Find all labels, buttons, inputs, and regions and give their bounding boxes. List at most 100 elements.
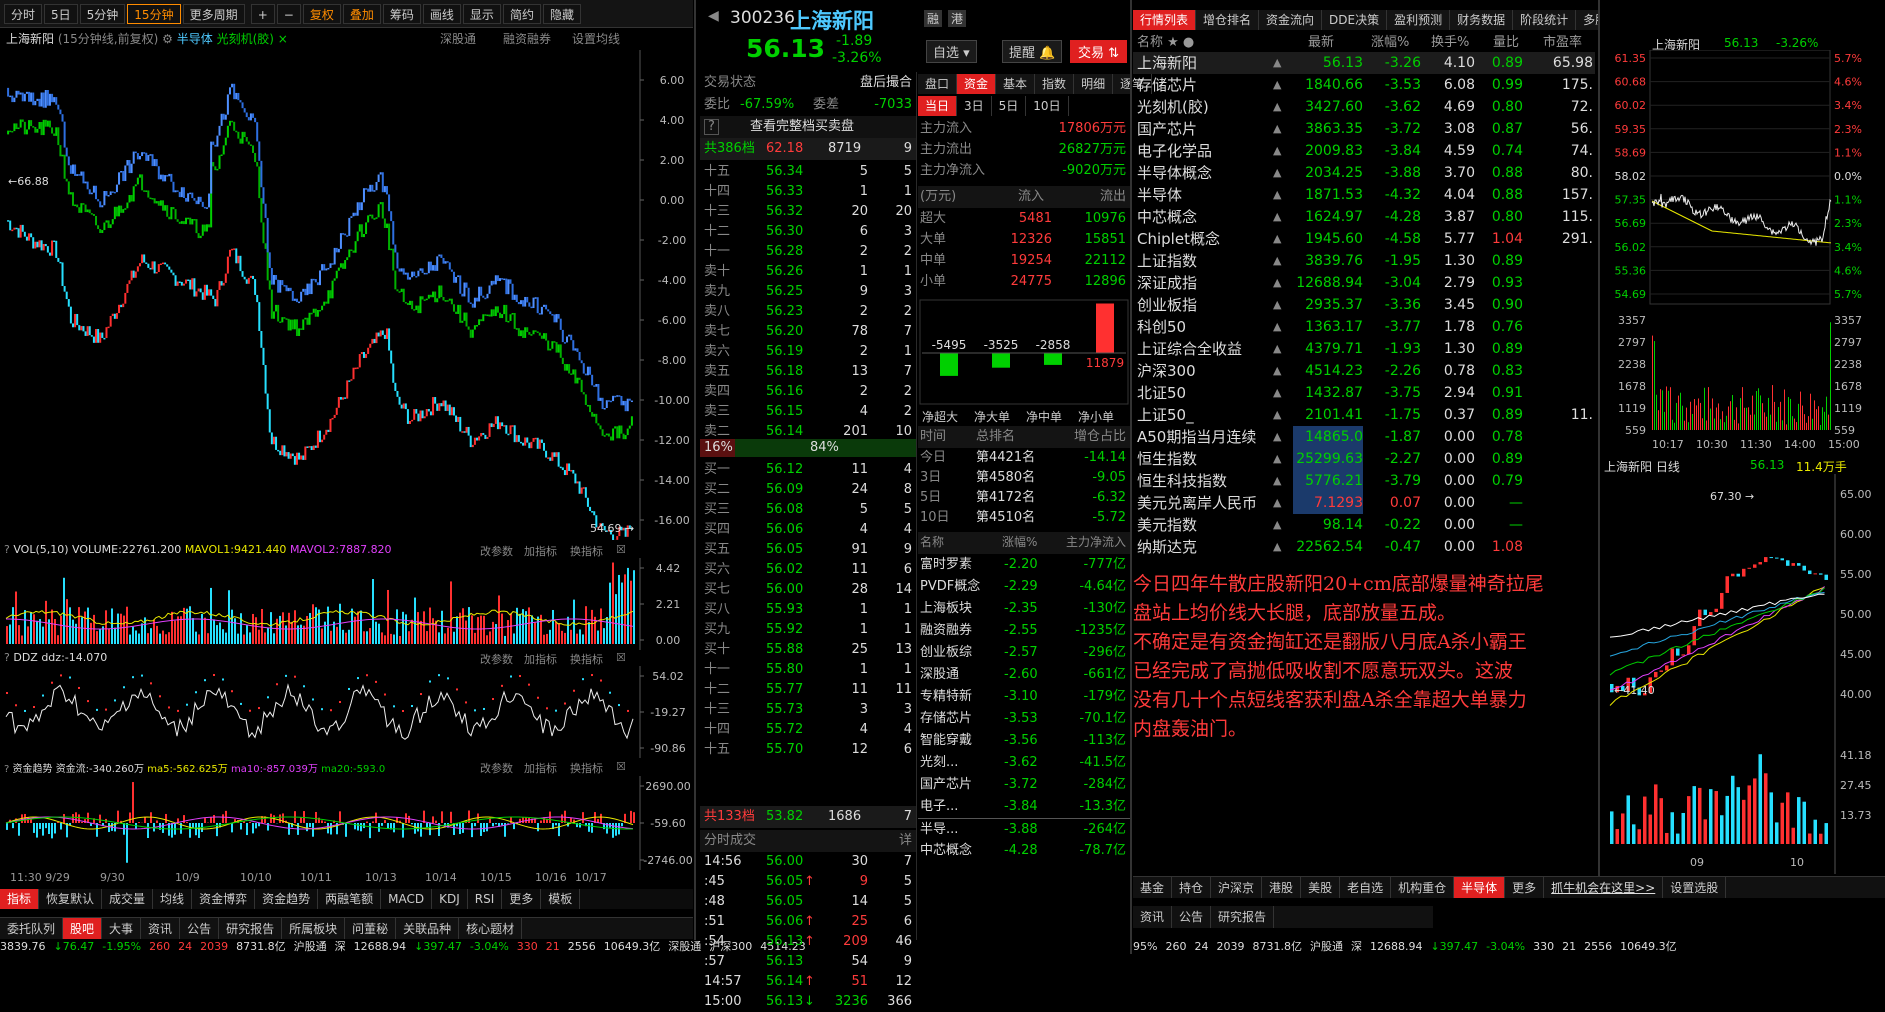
link-sgt[interactable]: 深股通 [440, 30, 476, 47]
prev-stock-icon[interactable]: ◀ [708, 8, 719, 24]
sector-name[interactable]: 上海板块 [920, 598, 972, 620]
security-name[interactable]: Chiplet概念 [1137, 228, 1220, 250]
col-last[interactable]: 最新 [1308, 31, 1334, 50]
market-tab-2[interactable]: 资金流向 [1259, 10, 1322, 30]
security-name[interactable]: 上证50_ [1137, 404, 1194, 426]
market-tab-5[interactable]: 财务数据 [1450, 10, 1513, 30]
stock-settings-button[interactable]: 设置选股 [1663, 877, 1726, 898]
market-tab-0[interactable]: 行情列表 [1133, 10, 1196, 30]
link-margin[interactable]: 融资融券 [503, 30, 551, 47]
sector-tab-6[interactable]: 机构重仓 [1391, 877, 1454, 898]
security-name[interactable]: 纳斯达克 [1137, 536, 1197, 558]
fund-tab-1[interactable]: 资金 [957, 74, 996, 94]
overlay-button[interactable]: 叠加 [343, 4, 381, 24]
alert-button[interactable]: 提醒 🔔 [1002, 40, 1062, 63]
simple-button[interactable]: 简约 [503, 4, 541, 24]
market-row[interactable]: 上海新阳▲56.13-3.264.100.8965.98 [1133, 52, 1595, 74]
help-icon[interactable]: ? [4, 651, 10, 664]
help-icon[interactable]: ? [4, 543, 10, 556]
link-ma-settings[interactable]: 设置均线 [572, 30, 620, 47]
market-tab-7[interactable]: 多股同列 [1576, 10, 1598, 30]
col-pe[interactable]: 市盈率 [1543, 31, 1582, 50]
sector-row[interactable]: PVDF概念-2.29-4.64亿 [918, 576, 1130, 598]
chips-button[interactable]: 筹码 [383, 4, 421, 24]
market-row[interactable]: Chiplet概念▲1945.60-4.585.771.04291. [1133, 228, 1595, 250]
sector-name[interactable]: 深股通 [920, 664, 959, 686]
bottom-tab-7[interactable]: 问董秘 [345, 918, 396, 939]
sector-row[interactable]: 半导...-3.88-264亿 [918, 818, 1130, 840]
market-row[interactable]: 沪深300▲4514.23-2.260.780.83 [1133, 360, 1595, 382]
bottom-tab-1[interactable]: 股吧 [63, 918, 102, 939]
security-name[interactable]: 创业板指 [1137, 294, 1197, 316]
tab-5day[interactable]: 5日 [44, 4, 78, 24]
sector-name[interactable]: 半导... [920, 819, 958, 841]
zoom-out-button[interactable]: − [277, 4, 301, 24]
tab-5min[interactable]: 5分钟 [80, 4, 126, 24]
sector-name[interactable]: 智能穿戴 [920, 730, 972, 752]
security-name[interactable]: 北证50 [1137, 382, 1186, 404]
hide-button[interactable]: 隐藏 [543, 4, 581, 24]
news-tab-0[interactable]: 资讯 [1133, 906, 1172, 928]
bottom-tab-4[interactable]: 公告 [180, 918, 219, 939]
ddz-close-icon[interactable]: ☒ [616, 651, 626, 664]
sector-name[interactable]: 创业板综 [920, 642, 972, 664]
market-row[interactable]: 上证综合全收益▲4379.71-1.931.300.89 [1133, 338, 1595, 360]
market-row[interactable]: 深证成指▲12688.94-3.042.790.93 [1133, 272, 1595, 294]
indicator-tab-9[interactable]: RSI [468, 889, 503, 909]
help-icon[interactable]: ? [704, 119, 719, 135]
indicator-tab-4[interactable]: 资金博弈 [192, 889, 255, 909]
market-row[interactable]: 纳斯达克▲22562.54-0.470.001.08 [1133, 536, 1595, 558]
sector-row[interactable]: 创业板综-2.57-296亿 [918, 642, 1130, 664]
vol-add-indicator[interactable]: 加指标 [524, 543, 557, 559]
security-name[interactable]: 美元指数 [1137, 514, 1197, 536]
sector-name[interactable]: 光刻... [920, 752, 958, 774]
sector-row[interactable]: 存储芯片-3.53-70.1亿 [918, 708, 1130, 730]
indicator-tab-7[interactable]: MACD [381, 889, 432, 909]
security-name[interactable]: 半导体 [1137, 184, 1182, 206]
security-name[interactable]: 沪深300 [1137, 360, 1196, 382]
fund-edit-params[interactable]: 改参数 [480, 760, 513, 776]
sector-row[interactable]: 智能穿戴-3.56-113亿 [918, 730, 1130, 752]
indicator-tab-11[interactable]: 模板 [541, 889, 580, 909]
security-name[interactable]: A50期指当月连续 [1137, 426, 1256, 448]
security-name[interactable]: 光刻机(胶) [1137, 96, 1209, 118]
security-name[interactable]: 恒生科技指数 [1137, 470, 1227, 492]
col-name[interactable]: 名称 ★ ● [1137, 31, 1194, 50]
sector-name[interactable]: PVDF概念 [920, 576, 980, 598]
market-row[interactable]: 北证50▲1432.87-3.752.940.91 [1133, 382, 1595, 404]
kline-chart[interactable]: 6.004.002.000.00-2.00-4.00-6.00-8.00-10.… [0, 50, 693, 540]
market-row[interactable]: 上证50_▲2101.41-1.750.370.8911. [1133, 404, 1595, 426]
adjust-button[interactable]: 复权 [303, 4, 341, 24]
mini-intraday-chart[interactable]: 61.355.7%60.684.6%60.023.4%59.352.3%58.6… [1600, 50, 1885, 455]
vol-close-icon[interactable]: ☒ [616, 543, 626, 556]
bottom-tab-9[interactable]: 核心题材 [459, 918, 522, 939]
market-row[interactable]: 存储芯片▲1840.66-3.536.080.99175. [1133, 74, 1595, 96]
sector-tab-0[interactable]: 基金 [1133, 877, 1172, 898]
market-row[interactable]: 恒生指数▲25299.63-2.270.000.89 [1133, 448, 1595, 470]
fund-tab-3[interactable]: 指数 [1035, 74, 1074, 94]
vol-switch-indicator[interactable]: 换指标 [570, 543, 603, 559]
indicator-tab-0[interactable]: 指标 [0, 889, 39, 909]
market-tab-6[interactable]: 阶段统计 [1513, 10, 1576, 30]
news-tab-1[interactable]: 公告 [1172, 906, 1211, 928]
indicator-tab-8[interactable]: KDJ [432, 889, 468, 909]
market-row[interactable]: 国产芯片▲3863.35-3.723.080.8756. [1133, 118, 1595, 140]
security-name[interactable]: 恒生指数 [1137, 448, 1197, 470]
bottom-tab-2[interactable]: 大事 [102, 918, 141, 939]
security-name[interactable]: 科创50 [1137, 316, 1186, 338]
indicator-tab-3[interactable]: 均线 [153, 889, 192, 909]
sector-name[interactable]: 富时罗素 [920, 554, 972, 576]
period-tab-1[interactable]: 3日 [957, 96, 992, 116]
trade-button[interactable]: 交易 ⇅ [1070, 40, 1127, 63]
sector-tab-1[interactable]: 持仓 [1172, 877, 1211, 898]
security-name[interactable]: 存储芯片 [1137, 74, 1197, 96]
mini-daily-chart[interactable]: 65.0060.0055.0050.0045.0040.0067.30 →←41… [1600, 474, 1885, 874]
sector-row[interactable]: 融资融券-2.55-1235亿 [918, 620, 1130, 642]
security-name[interactable]: 半导体概念 [1137, 162, 1212, 184]
col-pct[interactable]: 涨幅% [1371, 31, 1409, 50]
sector-row[interactable]: 专精特新-3.10-179亿 [918, 686, 1130, 708]
security-name[interactable]: 上海新阳 [1137, 52, 1197, 74]
col-volratio[interactable]: 量比 [1493, 31, 1519, 50]
sector-row[interactable]: 上海板块-2.35-130亿 [918, 598, 1130, 620]
zoom-in-button[interactable]: + [251, 4, 275, 24]
